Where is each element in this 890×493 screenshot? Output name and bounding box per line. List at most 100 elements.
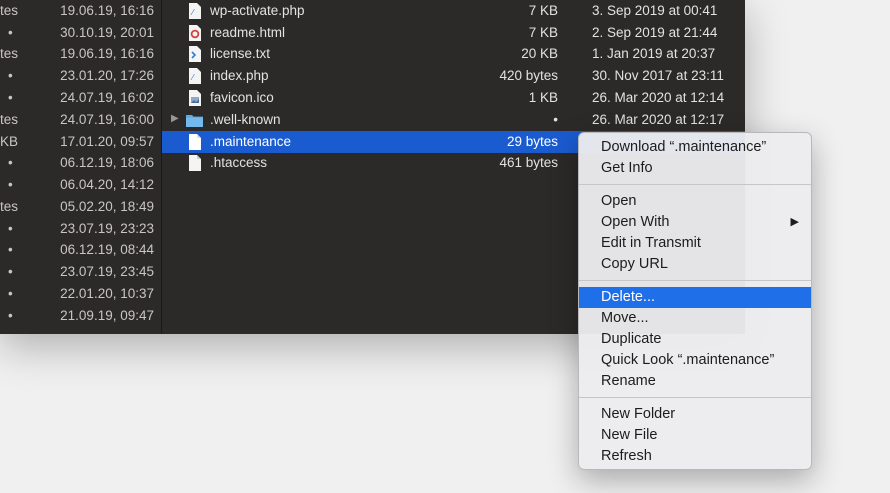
file-size: 1 KB <box>528 90 558 105</box>
php-file-icon: ⁄ <box>189 68 201 84</box>
menu-item-rename[interactable]: Rename <box>579 371 811 392</box>
item-size: • <box>8 308 13 323</box>
list-item[interactable]: • 06.12.19, 18:06 <box>0 152 161 174</box>
menu-item-duplicate[interactable]: Duplicate <box>579 329 811 350</box>
file-name: readme.html <box>210 25 286 40</box>
file-row[interactable]: ⁄ wp-activate.php 7 KB 3. Sep 2019 at 00… <box>162 0 745 22</box>
file-row[interactable]: license.txt 20 KB 1. Jan 2019 at 20:37 <box>162 43 745 65</box>
menu-item-label: Move... <box>601 310 649 326</box>
item-size: • <box>8 221 13 236</box>
menu-item-label: Get Info <box>601 160 653 176</box>
file-name: wp-activate.php <box>210 3 305 18</box>
menu-item-copy-url[interactable]: Copy URL <box>579 254 811 275</box>
menu-item-label: Duplicate <box>601 331 662 347</box>
item-date: 24.07.19, 16:02 <box>60 90 154 105</box>
list-item[interactable]: • 23.01.20, 17:26 <box>0 65 161 87</box>
file-date: 1. Jan 2019 at 20:37 <box>592 46 716 61</box>
context-menu: Download “.maintenance” Get Info Open Op… <box>578 132 812 470</box>
disclosure-triangle-icon[interactable]: ▶ <box>171 113 179 124</box>
menu-item-label: Edit in Transmit <box>601 235 701 251</box>
list-item[interactable]: • 22.01.20, 10:37 <box>0 283 161 305</box>
file-row[interactable]: ▶ .well-known • 26. Mar 2020 at 12:17 <box>162 109 745 131</box>
file-size: 20 KB <box>521 46 558 61</box>
menu-item-new-file[interactable]: New File <box>579 425 811 446</box>
menu-item-label: Refresh <box>601 448 652 464</box>
list-item[interactable]: • 30.10.19, 20:01 <box>0 22 161 44</box>
file-date: 26. Mar 2020 at 12:14 <box>592 90 725 105</box>
menu-item-open-with[interactable]: Open With ▶ <box>579 212 811 233</box>
file-size: • <box>553 112 558 127</box>
item-date: 06.04.20, 14:12 <box>60 177 154 192</box>
menu-item-new-folder[interactable]: New Folder <box>579 404 811 425</box>
image-file-icon <box>189 90 201 106</box>
list-item[interactable]: tes 24.07.19, 16:00 <box>0 109 161 131</box>
list-item[interactable]: KB 17.01.20, 09:57 <box>0 131 161 153</box>
item-size: • <box>8 68 13 83</box>
item-date: 30.10.19, 20:01 <box>60 25 154 40</box>
file-date: 2. Sep 2019 at 21:44 <box>592 25 718 40</box>
file-name: .maintenance <box>210 134 292 149</box>
menu-item-get-info[interactable]: Get Info <box>579 158 811 179</box>
item-size: tes <box>0 3 18 18</box>
menu-item-quick-look[interactable]: Quick Look “.maintenance” <box>579 350 811 371</box>
item-size: • <box>8 177 13 192</box>
item-date: 05.02.20, 18:49 <box>60 199 154 214</box>
item-size: tes <box>0 46 18 61</box>
menu-item-label: Quick Look “.maintenance” <box>601 352 775 368</box>
item-size: • <box>8 90 13 105</box>
menu-item-delete[interactable]: Delete... <box>579 287 811 308</box>
menu-separator <box>579 280 811 281</box>
blank-file-icon <box>189 134 201 150</box>
file-date: 26. Mar 2020 at 12:17 <box>592 112 725 127</box>
file-row[interactable]: ⁄ index.php 420 bytes 30. Nov 2017 at 23… <box>162 65 745 87</box>
list-item[interactable]: tes 19.06.19, 16:16 <box>0 0 161 22</box>
menu-item-label: Copy URL <box>601 256 668 272</box>
file-date: 30. Nov 2017 at 23:11 <box>592 68 724 83</box>
item-size: tes <box>0 112 18 127</box>
item-date: 22.01.20, 10:37 <box>60 286 154 301</box>
menu-item-label: Rename <box>601 373 656 389</box>
file-row[interactable]: favicon.ico 1 KB 26. Mar 2020 at 12:14 <box>162 87 745 109</box>
item-date: 23.07.19, 23:23 <box>60 221 154 236</box>
text-file-icon <box>189 46 201 62</box>
file-size: 29 bytes <box>506 134 558 149</box>
left-column: tes 19.06.19, 16:16 • 30.10.19, 20:01 tes 1… <box>0 0 162 334</box>
item-size: • <box>8 25 13 40</box>
file-date: 3. Sep 2019 at 00:41 <box>592 3 718 18</box>
file-name: .well-known <box>210 112 281 127</box>
list-item[interactable]: • 06.12.19, 08:44 <box>0 239 161 261</box>
list-item[interactable]: • 24.07.19, 16:02 <box>0 87 161 109</box>
item-size: tes <box>0 199 18 214</box>
item-date: 06.12.19, 08:44 <box>60 242 154 257</box>
item-date: 23.07.19, 23:45 <box>60 264 154 279</box>
list-item[interactable]: • 23.07.19, 23:45 <box>0 261 161 283</box>
list-item[interactable]: tes 19.06.19, 16:16 <box>0 43 161 65</box>
menu-item-move[interactable]: Move... <box>579 308 811 329</box>
folder-icon <box>186 115 203 127</box>
item-date: 21.09.19, 09:47 <box>60 308 154 323</box>
list-item[interactable]: • 06.04.20, 14:12 <box>0 174 161 196</box>
menu-item-label: New Folder <box>601 406 676 422</box>
item-size: • <box>8 264 13 279</box>
item-size: • <box>8 286 13 301</box>
menu-item-edit-in-transmit[interactable]: Edit in Transmit <box>579 233 811 254</box>
item-size: KB <box>0 134 18 149</box>
html-file-icon <box>189 25 201 41</box>
item-date: 19.06.19, 16:16 <box>60 3 154 18</box>
menu-item-label: New File <box>601 427 658 443</box>
item-date: 19.06.19, 16:16 <box>60 46 154 61</box>
item-size: • <box>8 242 13 257</box>
file-size: 461 bytes <box>499 155 558 170</box>
menu-separator <box>579 397 811 398</box>
blank-file-icon <box>189 155 201 171</box>
list-item[interactable]: tes 05.02.20, 18:49 <box>0 196 161 218</box>
menu-item-open[interactable]: Open <box>579 191 811 212</box>
menu-item-label: Delete... <box>601 289 655 305</box>
menu-item-download[interactable]: Download “.maintenance” <box>579 137 811 158</box>
file-row[interactable]: readme.html 7 KB 2. Sep 2019 at 21:44 <box>162 22 745 44</box>
file-name: index.php <box>210 68 269 83</box>
list-item[interactable]: • 23.07.19, 23:23 <box>0 218 161 240</box>
list-item[interactable]: • 21.09.19, 09:47 <box>0 305 161 327</box>
menu-item-refresh[interactable]: Refresh <box>579 446 811 467</box>
file-name: license.txt <box>210 46 271 61</box>
